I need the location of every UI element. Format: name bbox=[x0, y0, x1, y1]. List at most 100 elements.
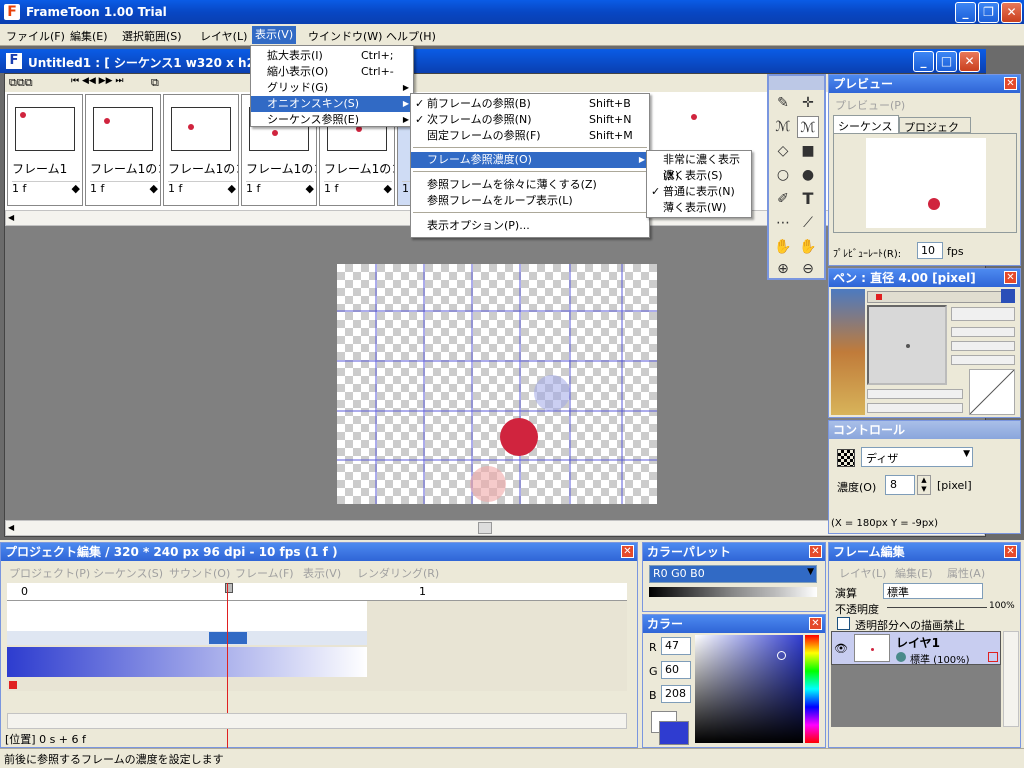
calc-select[interactable]: 標準 bbox=[883, 583, 983, 599]
frame-duration[interactable]: 1 f ◆ bbox=[12, 181, 80, 197]
project-menu-sequence[interactable]: シーケンス(S) bbox=[93, 565, 163, 581]
zoom-in-tool-icon[interactable]: ⊕ bbox=[772, 258, 794, 280]
save-icon[interactable] bbox=[1001, 289, 1015, 303]
pen-slider-3[interactable] bbox=[951, 355, 1015, 365]
frame-edit-menu-attr[interactable]: 属性(A) bbox=[947, 565, 985, 581]
fill-ellipse-tool-icon[interactable]: ● bbox=[797, 164, 819, 186]
layer-lock-icon[interactable] bbox=[988, 652, 998, 662]
pen-slider-2[interactable] bbox=[951, 341, 1015, 351]
tab-sequence[interactable]: シーケンス bbox=[833, 115, 899, 133]
timeline-scrollbar[interactable] bbox=[7, 713, 627, 729]
restore-button[interactable]: ❐ bbox=[978, 2, 999, 23]
color-close-icon[interactable]: ✕ bbox=[809, 617, 822, 630]
eraser-tool-icon[interactable]: ◇ bbox=[772, 140, 794, 162]
menu-window[interactable]: ウインドウ(W) bbox=[308, 28, 382, 44]
drawing-canvas[interactable] bbox=[337, 264, 657, 504]
menu-item-ref-density[interactable]: フレーム参照濃度(O) ▶ bbox=[411, 152, 649, 168]
primary-color-swatch[interactable] bbox=[659, 721, 689, 745]
menu-item-onion-skin[interactable]: オニオンスキン(S) ▶ bbox=[251, 96, 413, 112]
layer-scrollbar[interactable] bbox=[1003, 631, 1019, 727]
frame-duration[interactable]: 1 f ◆ bbox=[246, 181, 314, 197]
frame-edit-close-icon[interactable]: ✕ bbox=[1004, 545, 1017, 558]
pen-close-icon[interactable]: ✕ bbox=[1004, 271, 1017, 284]
pen-pressure-curve[interactable] bbox=[969, 369, 1015, 415]
palette-close-icon[interactable]: ✕ bbox=[809, 545, 822, 558]
pen-shape-selector[interactable] bbox=[951, 307, 1015, 321]
rect-tool-icon[interactable]: ■ bbox=[797, 140, 819, 162]
menu-item-light[interactable]: 薄く表示(W) bbox=[647, 200, 751, 216]
color-r-input[interactable]: 47 bbox=[661, 637, 691, 655]
control-mode-select[interactable]: ディザ ▼ bbox=[861, 447, 973, 467]
doc-maximize-button[interactable]: □ bbox=[936, 51, 957, 72]
pen-slider-4[interactable] bbox=[867, 389, 963, 399]
menu-edit[interactable]: 編集(E) bbox=[70, 28, 108, 44]
pen-slider-5[interactable] bbox=[867, 403, 963, 413]
hue-slider[interactable] bbox=[805, 635, 819, 743]
pencil-tool-icon[interactable]: ✎ bbox=[772, 92, 794, 114]
density-spinner[interactable]: ▲ ▼ bbox=[917, 475, 931, 495]
project-menu-sound[interactable]: サウンド(O) bbox=[169, 565, 230, 581]
menu-file[interactable]: ファイル(F) bbox=[6, 28, 65, 44]
project-close-icon[interactable]: ✕ bbox=[621, 545, 634, 558]
frame-edit-menu-edit[interactable]: 編集(E) bbox=[895, 565, 933, 581]
minimize-button[interactable]: _ bbox=[955, 2, 976, 23]
project-menu-render[interactable]: レンダリング(R) bbox=[357, 565, 439, 581]
menu-view[interactable]: 表示(V) bbox=[252, 26, 297, 44]
tab-project[interactable]: プロジェクト bbox=[899, 117, 971, 150]
playback-controls-icon[interactable]: ⏮ ◀◀ ▶▶ ⏭ bbox=[71, 76, 123, 86]
frame-track[interactable] bbox=[7, 601, 367, 631]
menu-item-normal[interactable]: ✓ 普通に表示(N) bbox=[647, 184, 751, 200]
frame-thumb[interactable]: フレーム1のコ 1 f◆ bbox=[85, 94, 161, 206]
menu-item-next-frame-ref[interactable]: ✓ 次フレームの参照(N) Shift+N bbox=[411, 112, 649, 128]
zoom-out-tool-icon[interactable]: ⊖ bbox=[797, 258, 819, 280]
menu-item-sequence-ref[interactable]: シーケンス参照(E) ▶ bbox=[251, 112, 413, 128]
project-menu-project[interactable]: プロジェクト(P) bbox=[9, 565, 90, 581]
menu-item-grid[interactable]: グリッド(G) ▶ bbox=[251, 80, 413, 96]
menu-item-zoom-out[interactable]: 縮小表示(O) Ctrl+- bbox=[251, 64, 413, 80]
timeline-ruler[interactable]: 0 1 bbox=[7, 583, 627, 601]
pen-tool-icon[interactable]: ℳ bbox=[797, 116, 819, 138]
menu-item-fade-ref[interactable]: 参照フレームを徐々に薄くする(Z) bbox=[411, 177, 649, 193]
lasso-tool-icon[interactable]: ⋯ bbox=[772, 212, 794, 234]
control-density-input[interactable]: 8 bbox=[885, 475, 915, 495]
palette-select[interactable]: R0 G0 B0 ▼ bbox=[649, 565, 817, 583]
text-tool-icon[interactable]: T bbox=[797, 188, 819, 210]
move-tool-icon[interactable]: ✛ bbox=[797, 92, 819, 114]
menu-layer[interactable]: レイヤ(L) bbox=[200, 28, 247, 44]
menu-item-dense[interactable]: 濃く表示(S) bbox=[647, 168, 751, 184]
close-button[interactable]: ✕ bbox=[1001, 2, 1022, 23]
frame-edit-menu-layer[interactable]: レイヤ(L) bbox=[839, 565, 886, 581]
brush-tool-icon[interactable]: ℳ bbox=[772, 116, 794, 138]
menu-select[interactable]: 選択範囲(S) bbox=[122, 28, 182, 44]
frame-cells[interactable] bbox=[7, 631, 367, 645]
color-g-input[interactable]: 60 bbox=[661, 661, 691, 679]
frame-duration[interactable]: 1 f ◆ bbox=[324, 181, 392, 197]
menu-item-fixed-frame-ref[interactable]: 固定フレームの参照(F) Shift+M bbox=[411, 128, 649, 144]
pen-slider-1[interactable] bbox=[951, 327, 1015, 337]
eyedropper-tool-icon[interactable]: ✐ bbox=[772, 188, 794, 210]
frame-duration[interactable]: 1 f ◆ bbox=[168, 181, 236, 197]
frame-option-icon[interactable]: ⧉ bbox=[151, 76, 159, 90]
ellipse-tool-icon[interactable]: ○ bbox=[772, 164, 794, 186]
opacity-slider[interactable] bbox=[887, 607, 987, 608]
doc-minimize-button[interactable]: _ bbox=[913, 51, 934, 72]
menu-item-loop-ref[interactable]: 参照フレームをループ表示(L) bbox=[411, 193, 649, 209]
frame-thumb[interactable]: フレーム1 1 f ◆ bbox=[7, 94, 83, 206]
preview-close-icon[interactable]: ✕ bbox=[1004, 77, 1017, 90]
palette-swatches[interactable] bbox=[649, 587, 817, 597]
rotate-hand-tool-icon[interactable]: ✋ bbox=[797, 236, 819, 258]
preview-menu[interactable]: プレビュー(P) bbox=[835, 97, 905, 113]
menu-item-very-dense[interactable]: 非常に濃く表示(X) bbox=[647, 152, 751, 182]
doc-close-button[interactable]: ✕ bbox=[959, 51, 980, 72]
project-menu-frame[interactable]: フレーム(F) bbox=[235, 565, 294, 581]
pen-preset-slider[interactable] bbox=[867, 291, 1007, 303]
menu-help[interactable]: ヘルプ(H) bbox=[386, 28, 436, 44]
menu-item-prev-frame-ref[interactable]: ✓ 前フレームの参照(B) Shift+B bbox=[411, 96, 649, 112]
hand-tool-icon[interactable]: ✋ bbox=[772, 236, 794, 258]
color-picker-area[interactable] bbox=[695, 635, 803, 743]
copy-frame-icon[interactable]: ⧉⧉⧉ bbox=[9, 76, 33, 90]
menu-item-zoom-in[interactable]: 拡大表示(I) Ctrl+; bbox=[251, 48, 413, 64]
line-tool-icon[interactable]: ⟋ bbox=[797, 212, 819, 234]
no-draw-checkbox[interactable] bbox=[837, 617, 850, 630]
menu-item-display-options[interactable]: 表示オプション(P)... bbox=[411, 218, 649, 234]
